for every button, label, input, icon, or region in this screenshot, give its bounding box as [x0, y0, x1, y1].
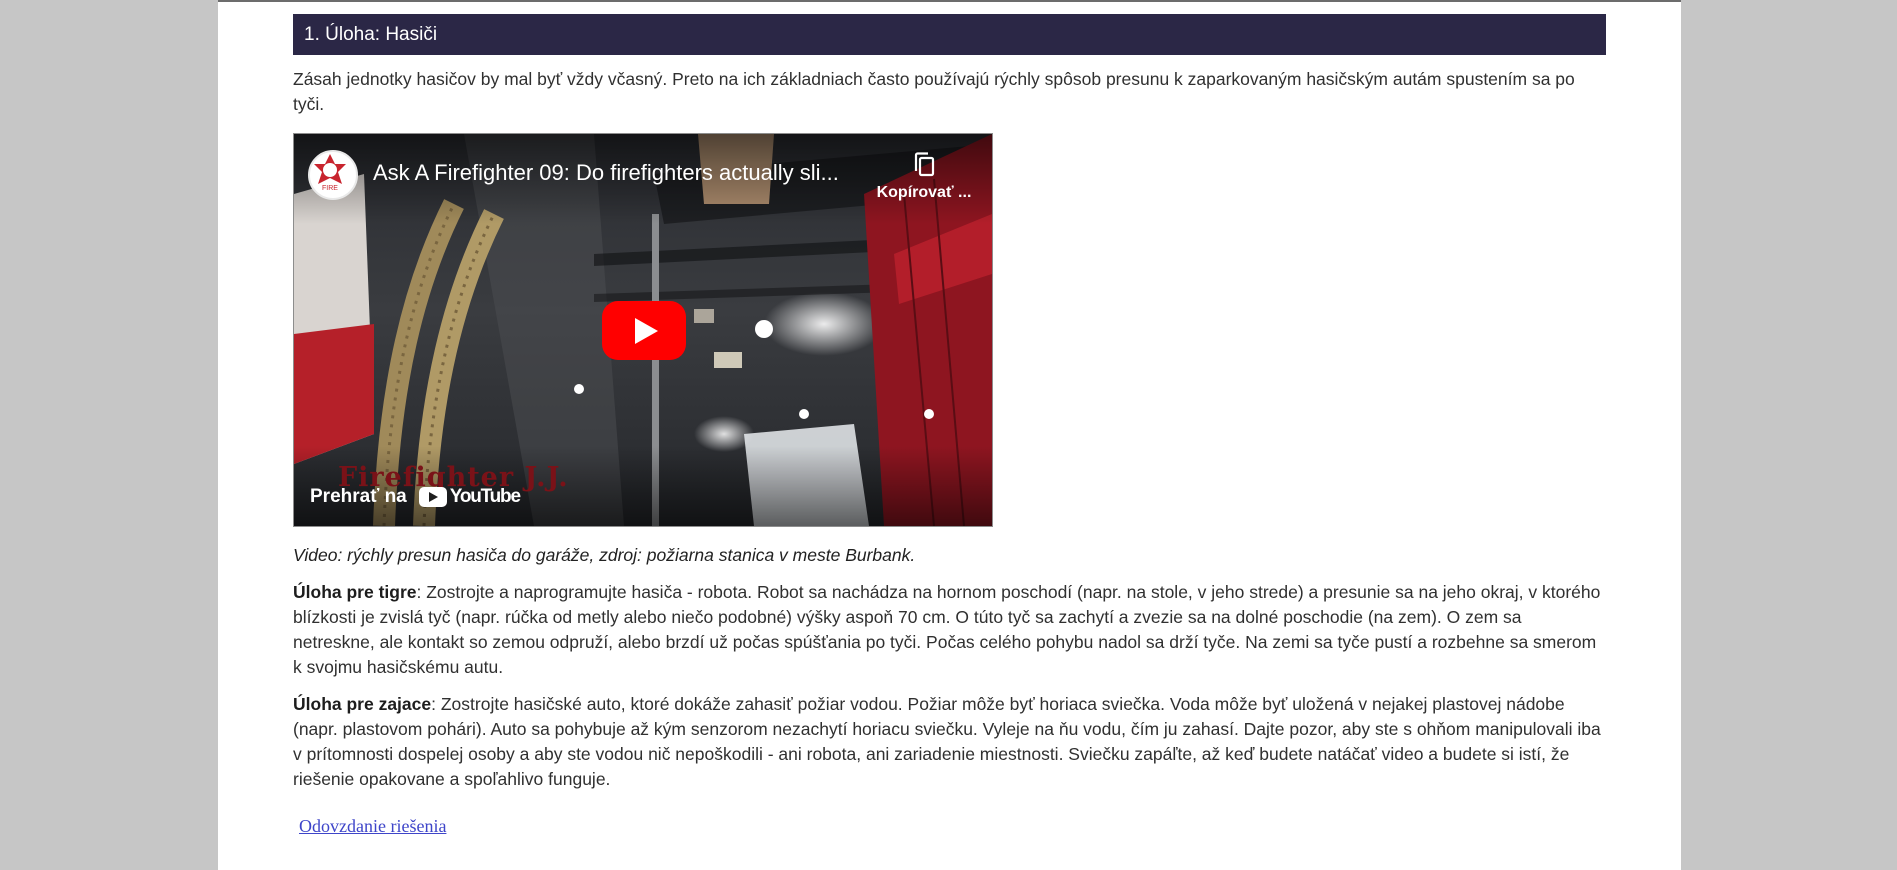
- task-content: 1. Úloha: Hasiči Zásah jednotky hasičov …: [293, 14, 1606, 837]
- watch-on-youtube-button[interactable]: Prehrať na YouTube: [310, 481, 521, 513]
- hare-task-label: Úloha pre zajace: [293, 694, 432, 714]
- channel-avatar[interactable]: FIRE: [308, 150, 358, 200]
- submit-solution-link[interactable]: Odovzdanie riešenia: [299, 816, 446, 837]
- play-button[interactable]: [602, 301, 686, 360]
- tiger-task-text: : Zostrojte a naprogramujte hasiča - rob…: [293, 582, 1601, 677]
- video-title[interactable]: Ask A Firefighter 09: Do firefighters ac…: [373, 160, 873, 186]
- task-heading: 1. Úloha: Hasiči: [293, 14, 1606, 55]
- youtube-logo: YouTube: [418, 486, 521, 508]
- youtube-logo-text: YouTube: [449, 486, 521, 507]
- tiger-task-label: Úloha pre tigre: [293, 582, 417, 602]
- svg-text:FIRE: FIRE: [322, 185, 338, 192]
- copy-link-label: Kopírovať ...: [876, 184, 972, 201]
- page-panel: 1. Úloha: Hasiči Zásah jednotky hasičov …: [218, 0, 1681, 870]
- copy-link-button[interactable]: Kopírovať ...: [864, 152, 986, 202]
- youtube-logo-icon: [418, 487, 447, 507]
- fire-badge-icon: FIRE: [314, 154, 346, 192]
- youtube-video-embed[interactable]: FIRE Ask A Firefighter 09: Do firefighte…: [293, 133, 993, 527]
- hare-task: Úloha pre zajace: Zostrojte hasičské aut…: [293, 692, 1606, 792]
- tiger-task: Úloha pre tigre: Zostrojte a naprogramuj…: [293, 580, 1606, 680]
- task-intro: Zásah jednotky hasičov by mal byť vždy v…: [293, 69, 1575, 114]
- watch-on-label: Prehrať na: [310, 486, 407, 507]
- copy-icon: [914, 152, 935, 177]
- video-caption: Video: rýchly presun hasiča do garáže, z…: [293, 545, 916, 565]
- play-icon: [635, 317, 658, 344]
- hare-task-text: : Zostrojte hasičské auto, ktoré dokáže …: [293, 694, 1601, 789]
